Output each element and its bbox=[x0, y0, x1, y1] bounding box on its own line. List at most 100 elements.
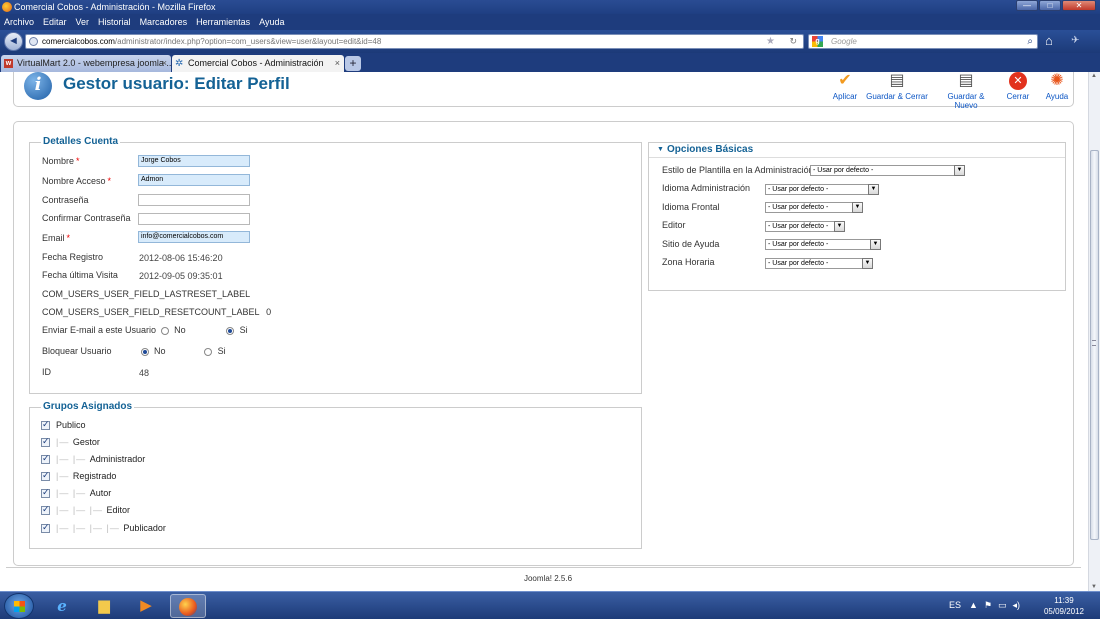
menu-ayuda[interactable]: Ayuda bbox=[259, 17, 284, 27]
menu-ver[interactable]: Ver bbox=[76, 17, 90, 27]
menu-editar[interactable]: Editar bbox=[43, 17, 67, 27]
collapse-arrow-icon[interactable]: ▼ bbox=[657, 146, 664, 153]
google-icon[interactable]: g bbox=[812, 36, 823, 47]
chevron-down-icon[interactable]: ▼ bbox=[834, 221, 845, 232]
show-hidden-icons-icon[interactable]: ▲ bbox=[969, 600, 978, 611]
start-button[interactable] bbox=[4, 593, 34, 619]
internet-explorer-icon[interactable]: e bbox=[44, 594, 80, 618]
block-si-radio[interactable] bbox=[204, 347, 213, 356]
username-input[interactable]: Admon bbox=[138, 174, 250, 186]
addon-icon[interactable]: ✈ bbox=[1071, 35, 1079, 46]
send-email-row: Enviar E-mail a este Usuario No Si bbox=[42, 325, 248, 335]
back-button[interactable]: ◄ bbox=[4, 32, 23, 51]
admin-language-select[interactable]: - Usar por defecto - ▼ bbox=[765, 184, 879, 195]
name-row: Nombre * bbox=[42, 156, 80, 166]
tree-branch: |— |— bbox=[56, 488, 90, 498]
group-item-publicador[interactable]: |— |— |— |— Publicador bbox=[41, 522, 166, 534]
volume-icon[interactable]: ◂) bbox=[1013, 600, 1021, 611]
name-input[interactable]: Jorge Cobos bbox=[138, 155, 250, 167]
help-button[interactable]: ✺ Ayuda bbox=[1043, 72, 1071, 101]
group-item-autor[interactable]: |— |— Autor bbox=[41, 487, 111, 499]
group-checkbox[interactable] bbox=[41, 453, 50, 465]
system-clock[interactable]: 11:39 05/09/2012 bbox=[1036, 595, 1092, 617]
tree-branch: |— |— |— |— bbox=[56, 523, 124, 533]
window-title: Comercial Cobos - Administración - Mozil… bbox=[14, 2, 216, 12]
menu-archivo[interactable]: Archivo bbox=[4, 17, 34, 27]
menu-herramientas[interactable]: Herramientas bbox=[196, 17, 250, 27]
reload-icon[interactable]: ↻ bbox=[789, 35, 797, 48]
chevron-down-icon[interactable]: ▼ bbox=[870, 239, 881, 250]
password-input[interactable] bbox=[138, 194, 250, 206]
block-user-row: Bloquear Usuario No Si bbox=[42, 346, 226, 356]
group-checkbox[interactable] bbox=[41, 419, 50, 431]
bookmark-star-icon[interactable]: ★ bbox=[766, 35, 775, 48]
confirm-password-input[interactable] bbox=[138, 213, 250, 225]
group-item-editor[interactable]: |— |— |— Editor bbox=[41, 504, 130, 516]
firefox-logo-icon bbox=[2, 2, 12, 12]
account-details-fieldset: Detalles Cuenta Nombre * Jorge Cobos Nomb… bbox=[29, 136, 642, 394]
file-explorer-icon[interactable]: ▆ bbox=[86, 594, 122, 618]
help-icon: ✺ bbox=[1050, 72, 1064, 89]
id-row: ID bbox=[42, 367, 51, 377]
help-site-select[interactable]: - Usar por defecto - ▼ bbox=[765, 239, 881, 250]
email-input[interactable]: info@comercialcobos.com bbox=[138, 231, 250, 243]
send-email-no-radio[interactable] bbox=[160, 326, 169, 335]
send-email-si-radio[interactable] bbox=[226, 326, 235, 335]
chevron-down-icon[interactable]: ▼ bbox=[862, 258, 873, 269]
tab-close-icon[interactable]: × bbox=[162, 55, 167, 71]
network-icon[interactable]: ▭ bbox=[998, 600, 1007, 611]
search-input[interactable]: g Google ⌕ bbox=[808, 34, 1038, 49]
block-no-radio[interactable] bbox=[140, 347, 149, 356]
system-tray: ▲ ⚑ ▭ ◂) bbox=[969, 600, 1020, 611]
save-close-button[interactable]: ▤ Guardar & Cerrar bbox=[866, 72, 928, 101]
language-indicator[interactable]: ES bbox=[949, 600, 961, 610]
menu-historial[interactable]: Historial bbox=[98, 17, 131, 27]
scroll-down-icon[interactable]: ▼ bbox=[1091, 584, 1097, 590]
close-button[interactable]: ✕ Cerrar bbox=[1004, 72, 1032, 101]
admin-template-select[interactable]: - Usar por defecto - ▼ bbox=[810, 165, 965, 176]
home-icon[interactable]: ⌂ bbox=[1045, 34, 1053, 48]
group-checkbox[interactable] bbox=[41, 522, 50, 534]
chevron-down-icon[interactable]: ▼ bbox=[868, 184, 879, 195]
url-host: comercialcobos.com bbox=[42, 37, 115, 46]
site-identity-icon[interactable] bbox=[29, 37, 38, 46]
vertical-scrollbar[interactable]: ▲ ▼ bbox=[1088, 72, 1100, 591]
editor-select[interactable]: - Usar por defecto - ▼ bbox=[765, 221, 845, 232]
chevron-down-icon[interactable]: ▼ bbox=[852, 202, 863, 213]
apply-button[interactable]: ✔ Aplicar bbox=[831, 72, 859, 101]
username-row: Nombre Acceso * bbox=[42, 176, 112, 186]
group-checkbox[interactable] bbox=[41, 436, 50, 448]
reset-count-row: COM_USERS_USER_FIELD_RESETCOUNT_LABEL 0 bbox=[42, 307, 272, 317]
group-item-registrado[interactable]: |— Registrado bbox=[41, 470, 116, 482]
media-player-icon[interactable]: ▶ bbox=[128, 594, 164, 618]
firefox-taskbar-button[interactable] bbox=[170, 594, 206, 618]
group-item-gestor[interactable]: |— Gestor bbox=[41, 436, 100, 448]
save-new-button[interactable]: ▤ Guardar & Nuevo bbox=[935, 72, 997, 110]
flag-icon[interactable]: ⚑ bbox=[984, 600, 992, 611]
site-language-select[interactable]: - Usar por defecto - ▼ bbox=[765, 202, 863, 213]
clock-time: 11:39 bbox=[1054, 596, 1074, 605]
minimize-button[interactable]: — bbox=[1016, 0, 1038, 11]
id-value: 48 bbox=[139, 368, 150, 378]
basic-options-fieldset: ▼ Opciones Básicas Estilo de Plantilla e… bbox=[648, 142, 1066, 291]
maximize-button[interactable]: □ bbox=[1039, 0, 1061, 11]
group-item-publico[interactable]: Publico bbox=[41, 419, 86, 431]
basic-options-header[interactable]: ▼ Opciones Básicas bbox=[649, 143, 1065, 158]
tab-virtuemart[interactable]: w VirtualMart 2.0 - webempresa joomla ..… bbox=[1, 55, 171, 72]
timezone-select[interactable]: - Usar por defecto - ▼ bbox=[765, 258, 873, 269]
chevron-down-icon[interactable]: ▼ bbox=[954, 165, 965, 176]
tab-comercial-cobos[interactable]: ✲ Comercial Cobos - Administración × bbox=[172, 55, 344, 72]
scroll-up-icon[interactable]: ▲ bbox=[1091, 73, 1097, 79]
search-icon[interactable]: ⌕ bbox=[1027, 35, 1033, 48]
group-item-administrador[interactable]: |— |— Administrador bbox=[41, 453, 145, 465]
address-bar[interactable]: comercialcobos.com/administrator/index.p… bbox=[25, 34, 804, 49]
menu-marcadores[interactable]: Marcadores bbox=[140, 17, 188, 27]
group-checkbox[interactable] bbox=[41, 504, 50, 516]
registered-date-value: 2012-08-06 15:46:20 bbox=[139, 253, 223, 263]
tab-close-icon[interactable]: × bbox=[335, 55, 340, 71]
close-window-button[interactable]: ✕ bbox=[1062, 0, 1096, 11]
editor-label: Editor bbox=[662, 220, 686, 230]
group-checkbox[interactable] bbox=[41, 470, 50, 482]
group-checkbox[interactable] bbox=[41, 487, 50, 499]
new-tab-button[interactable]: + bbox=[345, 56, 361, 71]
